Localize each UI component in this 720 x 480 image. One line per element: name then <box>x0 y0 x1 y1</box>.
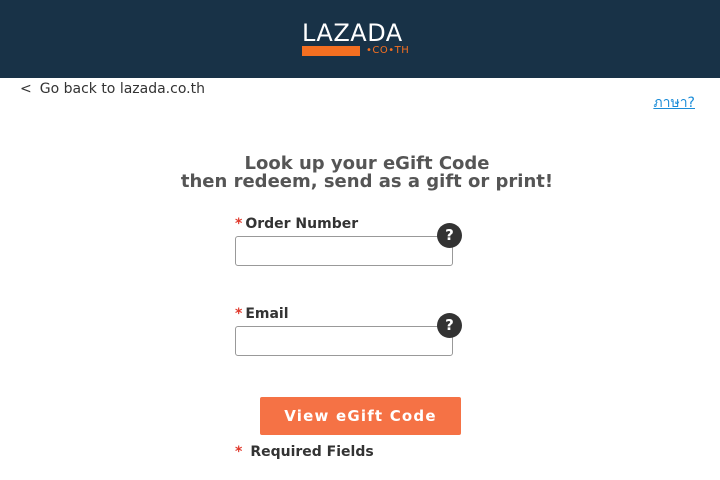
email-help-icon[interactable]: ? <box>437 313 462 338</box>
required-fields-text: Required Fields <box>250 444 374 460</box>
email-input[interactable] <box>235 326 453 356</box>
title-line-2: then redeem, send as a gift or print! <box>180 171 554 192</box>
view-egift-code-button[interactable]: View eGift Code <box>260 397 461 435</box>
back-to-lazada-link[interactable]: < Go back to lazada.co.th <box>20 81 205 97</box>
order-number-label: * Order Number <box>235 216 358 232</box>
required-fields-note: * Required Fields <box>235 444 374 460</box>
required-marker: * <box>235 444 243 460</box>
logo-wordmark: LAZADA <box>302 19 403 47</box>
required-marker: * <box>235 216 243 232</box>
back-link-label: Go back to lazada.co.th <box>39 81 205 97</box>
language-link[interactable]: ภาษา? <box>653 92 695 114</box>
email-label: * Email <box>235 306 289 322</box>
required-marker: * <box>235 306 243 322</box>
page-title: Look up your eGift Code then redeem, sen… <box>0 155 720 191</box>
order-number-label-text: Order Number <box>245 216 359 232</box>
lazada-logo[interactable]: LAZADA •CO•TH <box>302 19 410 58</box>
chevron-left-icon: < <box>20 81 32 97</box>
header-bar: LAZADA •CO•TH <box>0 0 720 78</box>
logo-orange-bar <box>302 46 360 56</box>
logo-domain: •CO•TH <box>366 45 410 56</box>
order-number-input[interactable] <box>235 236 453 266</box>
logo-underline: •CO•TH <box>302 45 410 56</box>
order-number-help-icon[interactable]: ? <box>437 223 462 248</box>
email-label-text: Email <box>245 306 289 322</box>
